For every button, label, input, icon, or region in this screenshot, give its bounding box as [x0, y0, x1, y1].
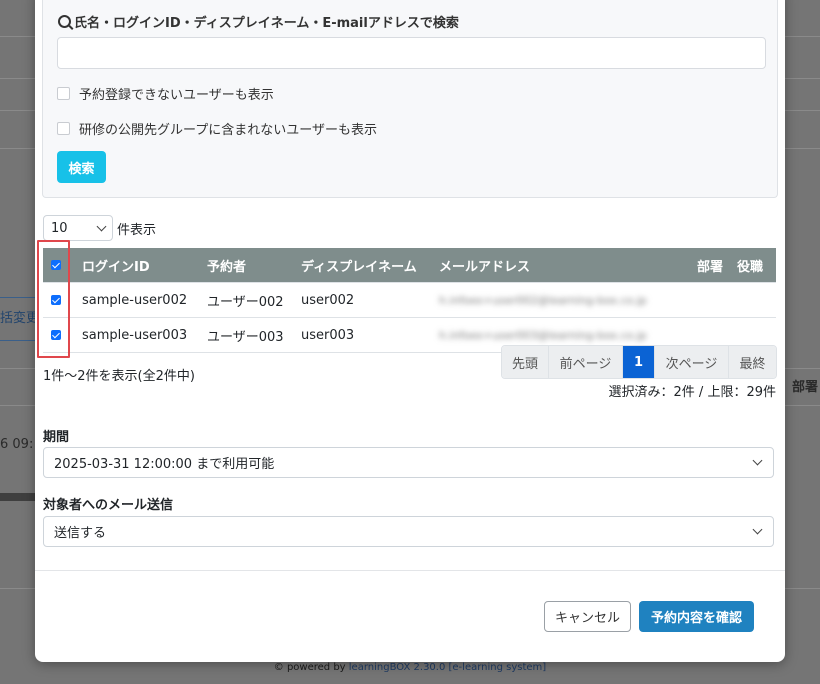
- mail-label: 対象者へのメール送信: [43, 498, 174, 513]
- show-unreservable-label: 予約登録できないユーザーも表示: [79, 88, 274, 103]
- confirm-reservation-button[interactable]: 予約内容を確認: [639, 601, 754, 632]
- mail-select[interactable]: 送信する: [43, 516, 774, 547]
- login-id-cell: sample-user003: [82, 317, 207, 353]
- search-input[interactable]: [57, 37, 766, 69]
- column-reserver: 予約者: [207, 248, 301, 283]
- show-unreservable-option[interactable]: 予約登録できないユーザーも表示: [57, 84, 274, 103]
- email-blurred: h.infoex+user002@learning-box.co.jp: [439, 293, 647, 307]
- column-email: メールアドレス: [439, 248, 697, 283]
- result-summary: 1件～2件を表示(全2件中): [43, 369, 195, 384]
- table-row: sample-user002 ユーザー002 user002 h.infoex+…: [43, 282, 776, 318]
- search-icon: [58, 15, 71, 28]
- column-login-id: ログインID: [82, 248, 207, 283]
- column-display-name: ディスプレイネーム: [301, 248, 439, 283]
- table-header-row: ログインID 予約者 ディスプレイネーム メールアドレス 部署 役職: [43, 248, 776, 283]
- footer-link[interactable]: learningBOX 2.30.0 [e-learning system]: [349, 662, 546, 673]
- page-current-button[interactable]: 1: [623, 346, 655, 378]
- period-select[interactable]: 2025-03-31 12:00:00 まで利用可能: [43, 447, 774, 478]
- search-button[interactable]: 検索: [57, 151, 106, 183]
- page-first-button[interactable]: 先頭: [502, 346, 549, 378]
- show-unreservable-checkbox[interactable]: [57, 87, 70, 100]
- background-scrollbar: [0, 493, 40, 501]
- background-date-text: 6 09:: [0, 437, 34, 452]
- reservation-modal: 氏名・ログインID・ディスプレイネーム・E-mailアドレスで検索 予約登録でき…: [35, 0, 785, 662]
- display-name-cell: user002: [301, 282, 439, 318]
- checkbox-highlight-annotation: [37, 240, 70, 358]
- footer: © powered by learningBOX 2.30.0 [e-learn…: [0, 662, 820, 673]
- email-blurred: h.infoex+user003@learning-box.co.jp: [439, 328, 647, 342]
- show-outside-group-option[interactable]: 研修の公開先グループに含まれないユーザーも表示: [57, 119, 377, 138]
- page-prev-button[interactable]: 前ページ: [549, 346, 623, 378]
- reserver-cell: ユーザー002: [207, 282, 301, 318]
- role-cell: [737, 282, 776, 318]
- search-panel: 氏名・ログインID・ディスプレイネーム・E-mailアドレスで検索 予約登録でき…: [42, 0, 778, 198]
- page-last-button[interactable]: 最終: [729, 346, 776, 378]
- period-label: 期間: [43, 430, 70, 445]
- user-table: ログインID 予約者 ディスプレイネーム メールアドレス 部署 役職 sampl…: [43, 248, 776, 353]
- period-value: 2025-03-31 12:00:00 まで利用可能: [54, 457, 275, 472]
- reserver-cell: ユーザー003: [207, 317, 301, 353]
- display-name-cell: user003: [301, 317, 439, 353]
- column-role: 役職: [737, 248, 776, 283]
- per-page-select[interactable]: 10: [43, 215, 113, 241]
- mail-value: 送信する: [54, 526, 107, 541]
- search-label-text: 氏名・ログインID・ディスプレイネーム・E-mailアドレスで検索: [74, 16, 459, 31]
- chevron-down-icon: [96, 221, 107, 231]
- per-page-value: 10: [51, 220, 68, 236]
- pagination: 先頭 前ページ 1 次ページ 最終: [501, 345, 777, 379]
- per-page-control: 10 件表示: [43, 215, 156, 241]
- selected-count: 選択済み：2件 / 上限：29件: [608, 385, 776, 400]
- dept-cell: [697, 282, 737, 318]
- chevron-down-icon: [752, 524, 763, 535]
- modal-footer-divider: [35, 570, 785, 571]
- login-id-cell: sample-user002: [82, 282, 207, 318]
- footer-prefix: © powered by: [273, 662, 346, 673]
- show-outside-group-label: 研修の公開先グループに含まれないユーザーも表示: [79, 123, 377, 138]
- per-page-label: 件表示: [117, 222, 157, 238]
- cancel-button[interactable]: キャンセル: [544, 601, 631, 632]
- search-label: 氏名・ログインID・ディスプレイネーム・E-mailアドレスで検索: [58, 12, 459, 31]
- column-dept: 部署: [697, 248, 737, 283]
- email-cell: h.infoex+user002@learning-box.co.jp: [439, 282, 697, 318]
- background-dept-column: 部署: [792, 380, 819, 395]
- show-outside-group-checkbox[interactable]: [57, 122, 70, 135]
- page-next-button[interactable]: 次ページ: [655, 346, 729, 378]
- chevron-down-icon: [752, 455, 763, 466]
